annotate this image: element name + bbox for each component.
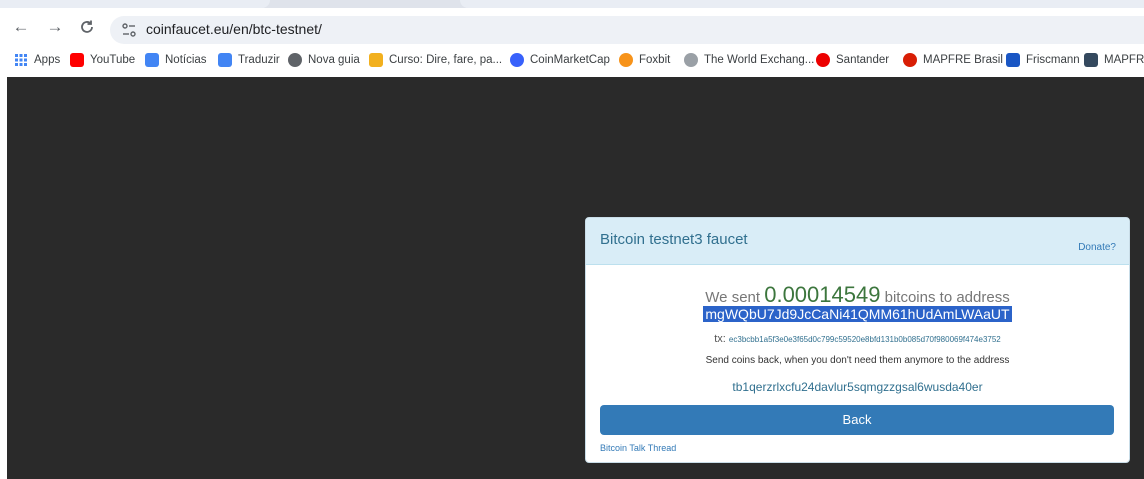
translate-icon (218, 53, 232, 67)
send-back-note: Send coins back, when you don't need the… (705, 355, 1010, 366)
news-icon (145, 53, 159, 67)
santander-icon (816, 53, 830, 67)
bookmark-label: YouTube (90, 54, 136, 66)
tab-strip (0, 0, 1144, 8)
tab-inactive-left[interactable] (0, 0, 270, 8)
url-text[interactable]: coinfaucet.eu/en/btc-testnet/ (146, 21, 322, 37)
bookmark-label: Santander (836, 54, 890, 66)
recipient-address-row: mgWQbU7Jd9JcCaNi41QMM61hUdAmLWAaUT (586, 306, 1129, 324)
bookmark-label: Apps (34, 54, 61, 66)
recipient-address[interactable]: mgWQbU7Jd9JcCaNi41QMM61hUdAmLWAaUT (703, 306, 1012, 322)
back-arrow-icon[interactable]: ← (10, 16, 32, 38)
address-bar[interactable]: coinfaucet.eu/en/btc-testnet/ (110, 16, 1144, 44)
transaction-row: tx: ec3bcbb1a5f3e0e3f65d0c799c59520e8bfd… (586, 333, 1129, 345)
bookmarks-bar: Apps YouTube Notícias Traduzir Nova guia… (0, 44, 1144, 76)
bookmark-coinmarketcap[interactable]: CoinMarketCap (510, 52, 610, 68)
bookmark-youtube[interactable]: YouTube (70, 52, 135, 68)
panel-title: Bitcoin testnet3 faucet (600, 231, 748, 248)
bookmark-nova-guia[interactable]: Nova guia (288, 52, 360, 68)
youtube-icon (70, 53, 84, 67)
bitcoin-talk-link[interactable]: Bitcoin Talk Thread (600, 443, 676, 453)
forward-arrow-icon[interactable]: → (44, 16, 66, 38)
bookmark-apps[interactable]: Apps (14, 52, 60, 68)
sent-prefix: We sent (705, 289, 765, 306)
tx-hash-link[interactable]: ec3bcbb1a5f3e0e3f65d0c799c59520e8bfd131b… (729, 335, 1001, 344)
bookmark-foxbit[interactable]: Foxbit (619, 52, 670, 68)
mapfre-bookmark-icon (1084, 53, 1098, 67)
bookmark-friscmann[interactable]: Friscmann (1006, 52, 1080, 68)
return-address[interactable]: tb1qerzrlxcfu24davlur5sqmgzzgsal6wusda40… (586, 380, 1129, 394)
bookmark-label: Foxbit (639, 54, 671, 66)
apps-grid-icon (15, 54, 27, 66)
site-settings-icon[interactable] (120, 21, 138, 39)
bookmark-noticias[interactable]: Notícias (145, 52, 207, 68)
bookmark-label: Notícias (165, 54, 207, 66)
browser-toolbar: ← → coinfaucet.eu/en/btc-testnet/ (0, 8, 1144, 44)
donate-link[interactable]: Donate? (1078, 242, 1116, 253)
bookmark-label: Nova guia (308, 54, 360, 66)
bookmark-label: MAPFRE Brasil (923, 54, 1003, 66)
sent-suffix: bitcoins to address (880, 289, 1010, 306)
bookmark-traduzir[interactable]: Traduzir (218, 52, 280, 68)
sent-message: We sent 0.00014549 bitcoins to address (586, 282, 1129, 308)
tx-label: tx: (714, 333, 729, 345)
back-button[interactable]: Back (600, 405, 1114, 435)
bookmark-label: MAPFRE (1104, 54, 1144, 66)
bookmark-mapfre-brasil[interactable]: MAPFRE Brasil (903, 52, 1003, 68)
bookmark-label: The World Exchang... (704, 54, 815, 66)
globe-icon (288, 53, 302, 67)
bookmark-label: Traduzir (238, 54, 280, 66)
tab-inactive-right[interactable] (460, 0, 1144, 8)
foxbit-icon (619, 53, 633, 67)
faucet-panel: Bitcoin testnet3 faucet Donate? We sent … (585, 217, 1130, 463)
bookmark-world-exchange[interactable]: The World Exchang... (684, 52, 814, 68)
bookmark-curso[interactable]: Curso: Dire, fare, pa... (369, 52, 502, 68)
bookmark-mapfre[interactable]: MAPFRE (1084, 52, 1144, 68)
panel-header: Bitcoin testnet3 faucet Donate? (586, 218, 1129, 265)
coinmarketcap-icon (510, 53, 524, 67)
reload-icon[interactable] (76, 16, 98, 38)
bookmark-label: CoinMarketCap (530, 54, 610, 66)
friscmann-icon (1006, 53, 1020, 67)
sent-amount: 0.00014549 (764, 282, 881, 307)
bookmark-label: Curso: Dire, fare, pa... (389, 54, 503, 66)
bookmark-label: Friscmann (1026, 54, 1080, 66)
mapfre-icon (903, 53, 917, 67)
usp-icon (369, 53, 383, 67)
world-exchange-icon (684, 53, 698, 67)
bookmark-santander[interactable]: Santander (816, 52, 889, 68)
